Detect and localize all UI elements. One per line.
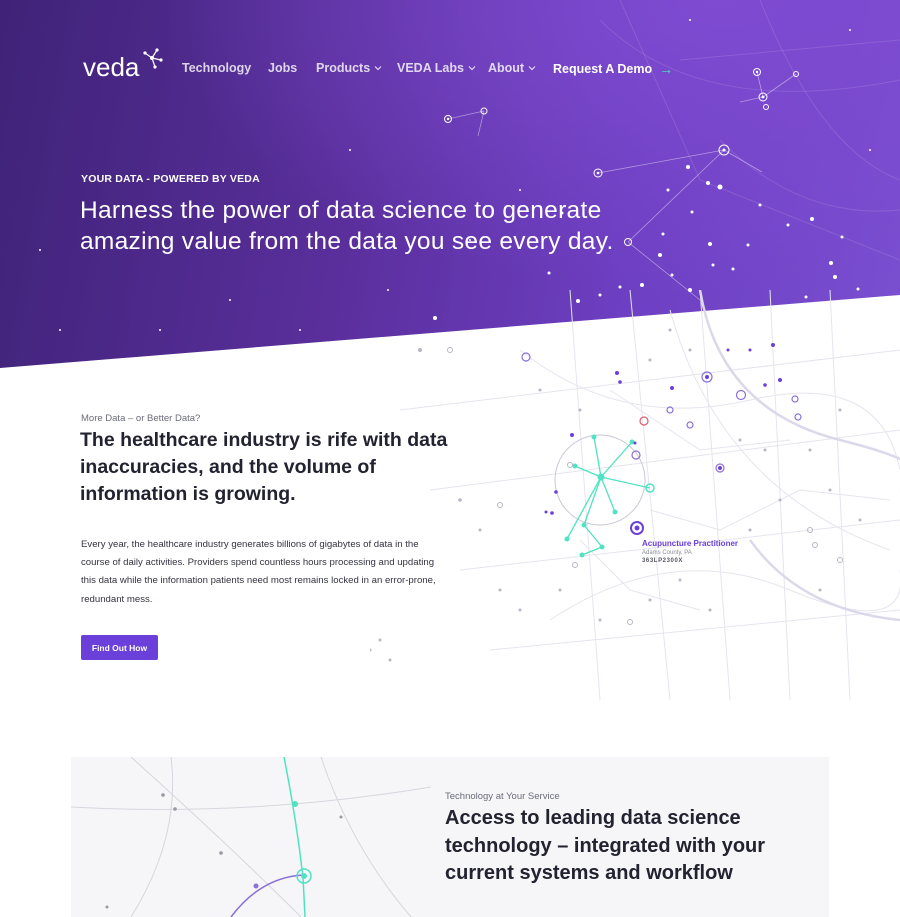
nav-item-veda-labs[interactable]: VEDA Labs — [397, 61, 477, 75]
logo-text: veda — [83, 52, 140, 81]
nav-item-label: Jobs — [268, 61, 298, 75]
technology-network-art — [71, 757, 431, 917]
nav-item-label: About — [488, 61, 525, 75]
hero-eyebrow: YOUR DATA - POWERED BY VEDA — [81, 173, 260, 185]
request-demo-link[interactable]: Request A Demo → — [553, 61, 673, 77]
tech-section-kicker: Technology at Your Service — [445, 791, 560, 802]
section-title: The healthcare industry is rife with dat… — [80, 429, 448, 505]
veda-logo[interactable]: veda — [83, 45, 165, 81]
top-navigation: veda Technology Jobs Products VEDA Labs … — [0, 0, 900, 140]
provider-title: Acupuncture Practitioner — [642, 539, 739, 548]
nav-item-label: Technology — [182, 61, 252, 75]
nav-item-label: VEDA Labs — [397, 61, 464, 75]
request-demo-label: Request A Demo — [553, 62, 653, 76]
nav-item-label: Products — [316, 61, 371, 75]
section-body: Every year, the healthcare industry gene… — [81, 539, 436, 605]
chevron-down-icon — [528, 66, 536, 71]
nav-item-jobs[interactable]: Jobs — [268, 61, 297, 75]
nav-item-products[interactable]: Products — [316, 61, 383, 75]
arrow-right-icon: → — [659, 61, 674, 77]
chevron-down-icon — [374, 66, 382, 71]
hero-headline: Harness the power of data science to gen… — [80, 197, 614, 255]
tech-section-title: Access to leading data science technolog… — [445, 807, 766, 884]
provider-location: Adams County, PA — [642, 550, 692, 556]
nav-item-technology[interactable]: Technology — [182, 61, 251, 75]
find-out-how-button[interactable]: Find Out How — [81, 635, 158, 660]
chevron-down-icon — [468, 66, 476, 71]
section-kicker: More Data – or Better Data? — [81, 413, 201, 424]
map-provider-label: Acupuncture Practitioner Adams County, P… — [642, 539, 738, 564]
nav-item-about[interactable]: About — [488, 61, 537, 75]
provider-code: 363LP2300X — [642, 558, 684, 564]
